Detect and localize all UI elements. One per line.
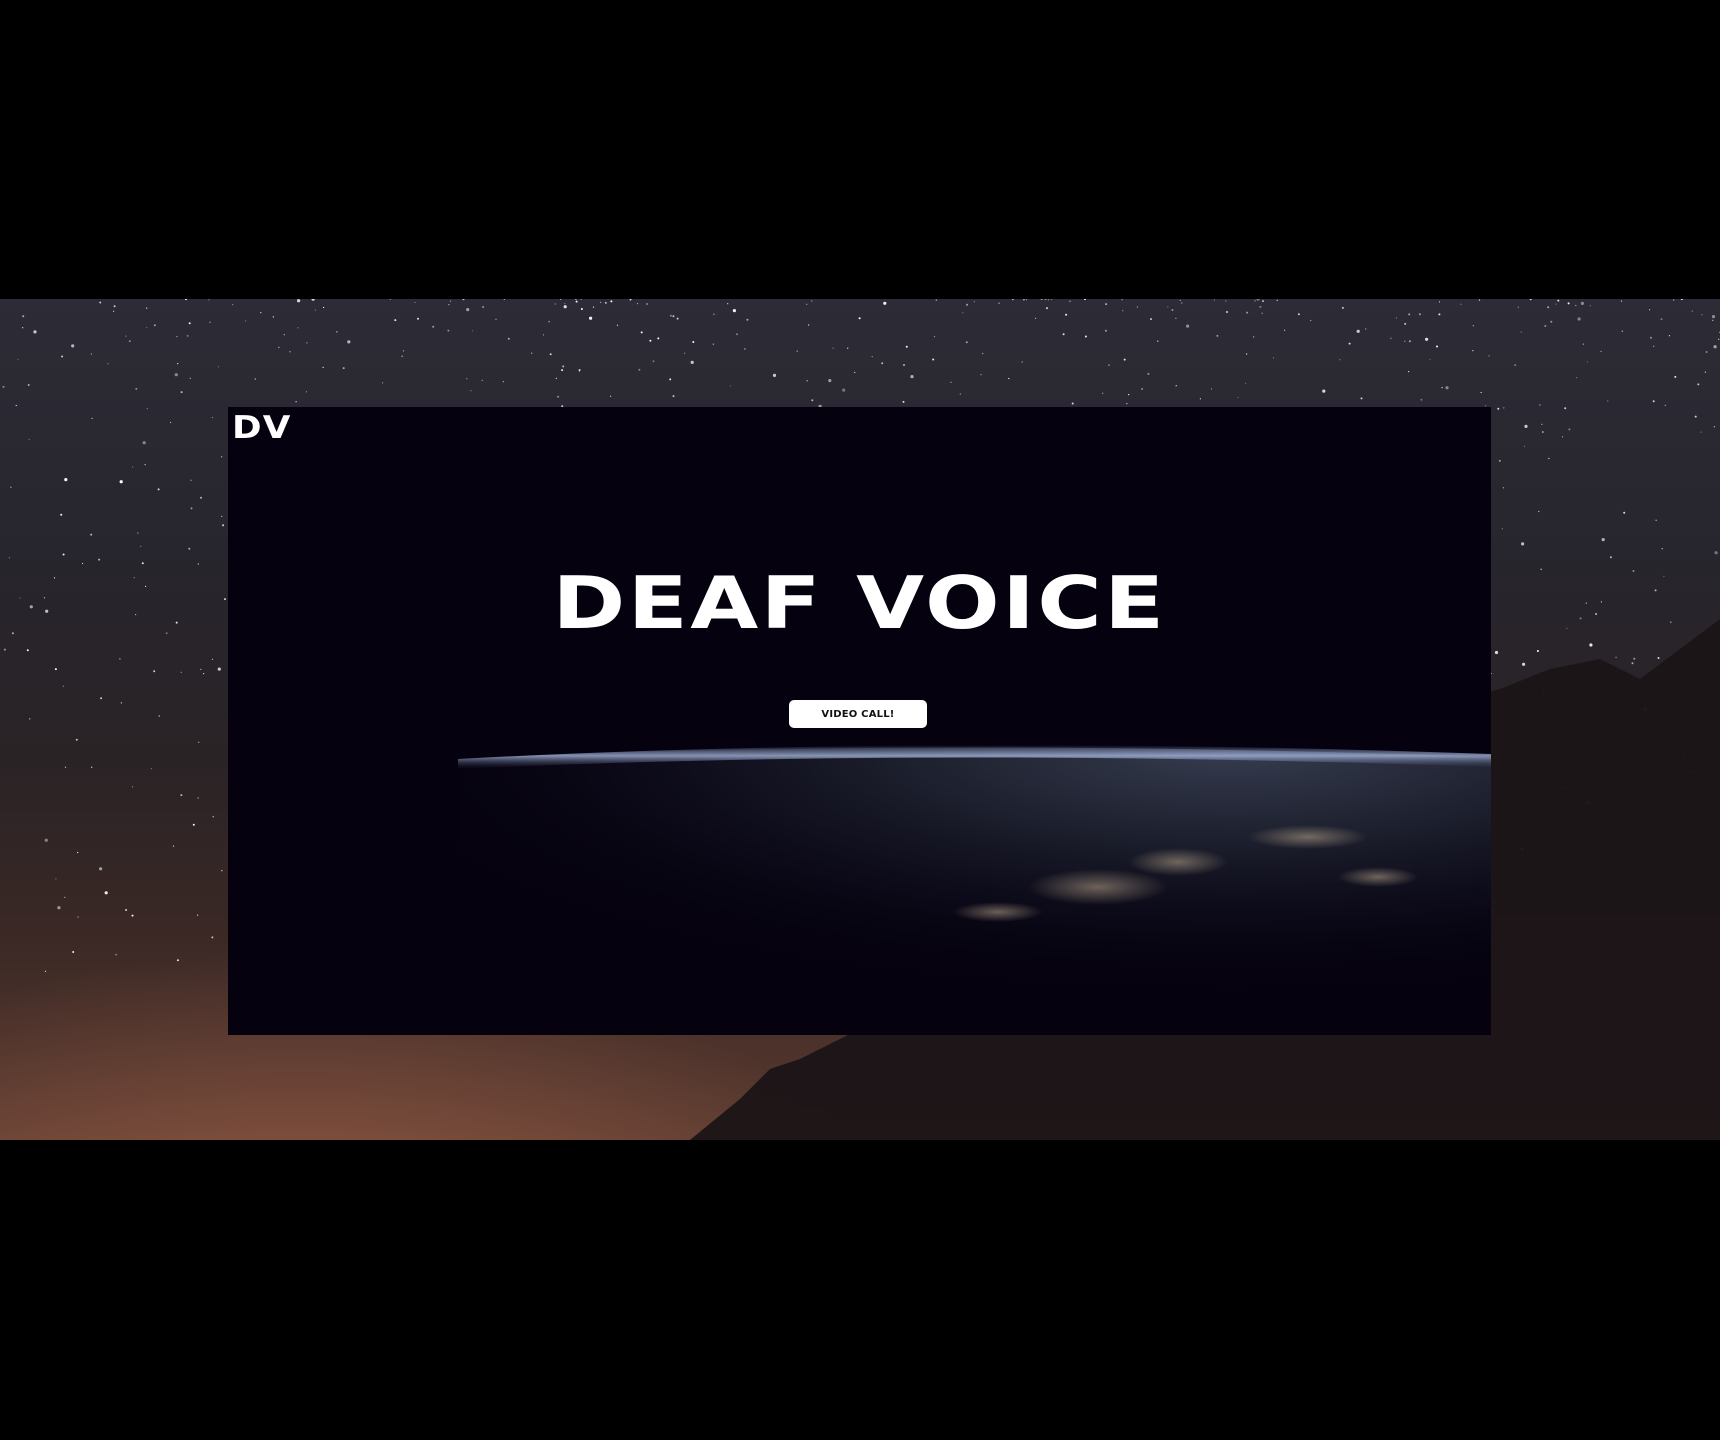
video-call-button[interactable]: VIDEO CALL! [789, 700, 927, 728]
hero-section: DV DEAF VOICE VIDEO CALL! [228, 407, 1491, 1035]
page: DV DEAF VOICE VIDEO CALL! [0, 0, 1720, 1440]
page-title: DEAF VOICE [552, 561, 1167, 645]
logo[interactable]: DV [232, 413, 291, 444]
